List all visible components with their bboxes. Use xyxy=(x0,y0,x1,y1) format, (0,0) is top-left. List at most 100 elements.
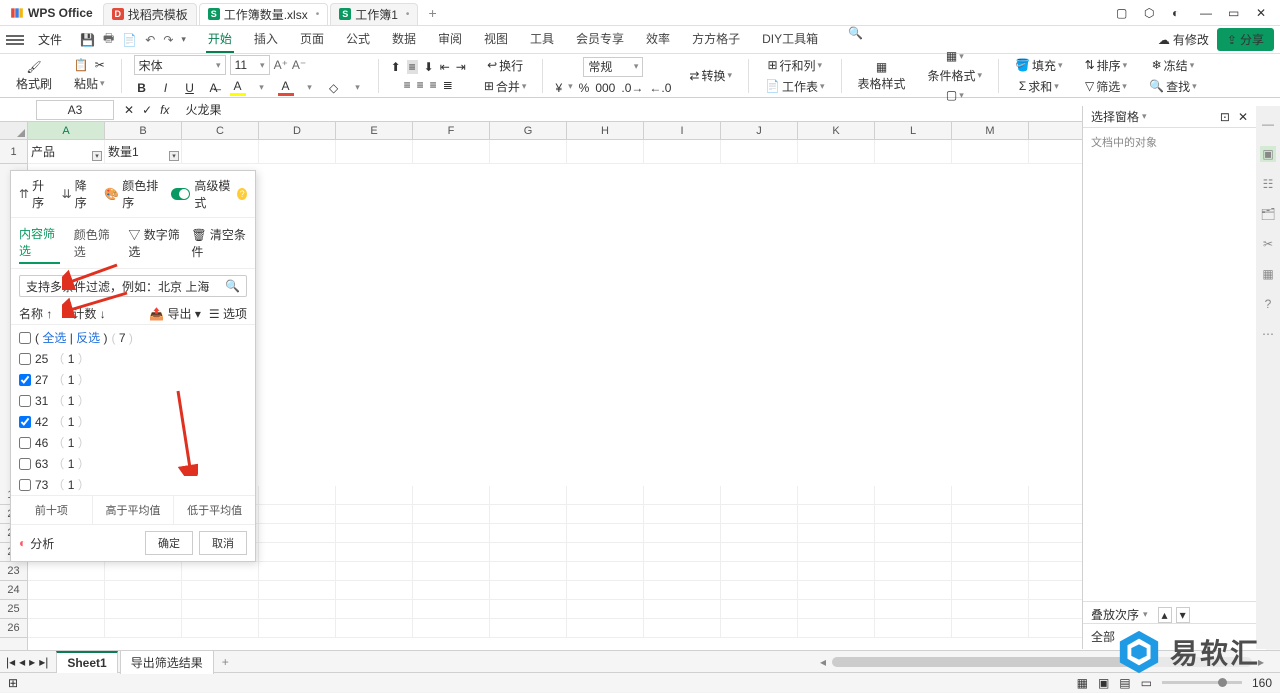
filter-item[interactable]: 73（ 1 ） xyxy=(19,474,247,495)
col-header[interactable]: D xyxy=(259,122,336,139)
sum-button[interactable]: Σ求和▾ xyxy=(1015,77,1063,96)
italic-button[interactable]: I xyxy=(158,81,174,95)
doc-tab-workbook1[interactable]: S 工作簿1 • xyxy=(330,3,418,25)
zoom-value[interactable]: 160 xyxy=(1252,676,1272,690)
increase-font-icon[interactable]: A⁺ xyxy=(274,58,288,72)
worksheet-button[interactable]: 📄工作表▾ xyxy=(761,77,829,96)
find-button[interactable]: 🔍查找▾ xyxy=(1145,77,1201,96)
col-header[interactable]: M xyxy=(952,122,1029,139)
col-header[interactable]: G xyxy=(490,122,567,139)
horizontal-scrollbar[interactable]: ◂ ▸ xyxy=(235,655,1274,669)
sort-desc-button[interactable]: ⇊ 降序 xyxy=(62,177,93,211)
sheet-nav-first[interactable]: |◂ xyxy=(6,655,15,669)
window-cube-icon[interactable]: ⬡ xyxy=(1144,6,1158,20)
format-painter-button[interactable]: 🖌格式刷 xyxy=(12,59,56,92)
sheet-nav-prev[interactable]: ◂ xyxy=(19,655,25,669)
filter-tab-content[interactable]: 内容筛选 xyxy=(19,222,60,264)
settings-icon[interactable]: ✂ xyxy=(1260,236,1276,252)
row-header[interactable]: 25 xyxy=(0,600,27,619)
pane-all[interactable]: 全部 xyxy=(1083,623,1256,649)
view-page-icon[interactable]: ▣ xyxy=(1098,676,1109,690)
close-icon[interactable]: ✕ xyxy=(1256,6,1270,20)
tab-diy[interactable]: DIY工具箱 xyxy=(760,26,820,53)
zoom-slider[interactable] xyxy=(1162,681,1242,684)
strike-button[interactable]: A̶ xyxy=(206,81,222,95)
col-header[interactable]: L xyxy=(875,122,952,139)
filter-button[interactable]: ▽筛选▾ xyxy=(1081,77,1131,96)
tab-vip[interactable]: 会员专享 xyxy=(574,26,626,53)
options-button[interactable]: ☰ 选项 xyxy=(209,305,247,322)
select-all-corner[interactable] xyxy=(0,122,27,140)
dec-inc-icon[interactable]: .0→ xyxy=(621,81,643,95)
sheet-nav-last[interactable]: ▸| xyxy=(39,655,48,669)
col-header[interactable]: I xyxy=(644,122,721,139)
row-header[interactable]: 1 xyxy=(0,140,27,164)
qa-dropdown[interactable]: ▾ xyxy=(181,34,186,45)
align-justify-icon[interactable]: ≣ xyxy=(443,78,453,92)
table-style-button[interactable]: ▦表格样式 xyxy=(854,59,910,92)
export-button[interactable]: 📤 导出 ▾ xyxy=(149,305,201,322)
filter-tab-number[interactable]: ▽ 数字筛选 xyxy=(128,226,181,260)
help-icon[interactable]: ? xyxy=(237,188,247,200)
cut-icon[interactable]: ✂ xyxy=(95,58,105,72)
underline-button[interactable]: U xyxy=(182,81,198,95)
filter-item[interactable]: 31（ 1 ） xyxy=(19,390,247,411)
cell-A1[interactable]: 产品▾ xyxy=(28,140,105,163)
filter-item[interactable]: 42（ 1 ） xyxy=(19,411,247,432)
col-header[interactable]: H xyxy=(567,122,644,139)
tab-data[interactable]: 数据 xyxy=(390,26,418,53)
row-header[interactable]: 26 xyxy=(0,619,27,638)
view-read-icon[interactable]: ▭ xyxy=(1141,676,1152,690)
window-compact-icon[interactable]: ▢ xyxy=(1116,6,1130,20)
changes-indicator[interactable]: ☁有修改 xyxy=(1158,31,1209,48)
save-icon[interactable]: 💾 xyxy=(80,33,95,47)
select-pane-icon[interactable]: ▣ xyxy=(1260,146,1276,162)
help-icon[interactable]: ? xyxy=(1260,296,1276,312)
align-left-icon[interactable]: ≡ xyxy=(404,78,411,92)
top-ten-button[interactable]: 前十项 xyxy=(11,496,93,524)
filter-item[interactable]: 27（ 1 ） xyxy=(19,369,247,390)
tab-ffgz[interactable]: 方方格子 xyxy=(690,26,742,53)
sheet-tab-2[interactable]: 导出筛选结果 xyxy=(120,650,214,674)
tab-start[interactable]: 开始 xyxy=(206,26,234,53)
view-normal-icon[interactable]: ▦ xyxy=(1077,676,1088,690)
print-icon[interactable]: 🖶 xyxy=(103,29,114,50)
close-pane-icon[interactable]: ✕ xyxy=(1238,110,1248,124)
wrap-button[interactable]: ↩换行 xyxy=(483,56,527,75)
view-break-icon[interactable]: ▤ xyxy=(1119,676,1130,690)
advanced-mode-toggle[interactable]: 高级模式 ? xyxy=(171,177,247,211)
preview-icon[interactable]: 📄 xyxy=(122,33,137,47)
maximize-icon[interactable]: ▭ xyxy=(1228,6,1242,20)
undo-icon[interactable]: ↶ xyxy=(145,33,155,47)
sheet-nav-next[interactable]: ▸ xyxy=(29,655,35,669)
tab-page[interactable]: 页面 xyxy=(298,26,326,53)
align-top-icon[interactable]: ⬆ xyxy=(391,60,401,74)
align-right-icon[interactable]: ≡ xyxy=(430,78,437,92)
tab-view[interactable]: 视图 xyxy=(482,26,510,53)
sort-color-button[interactable]: 🎨 颜色排序 xyxy=(104,177,159,211)
cancel-button[interactable]: 取消 xyxy=(199,531,247,555)
currency-icon[interactable]: ¥ xyxy=(555,81,562,95)
freeze-button[interactable]: ❄冻结▾ xyxy=(1148,56,1199,75)
minimize-icon[interactable]: — xyxy=(1200,6,1214,20)
col-name[interactable]: 名称 ↑ xyxy=(19,305,52,322)
filter-clear-button[interactable]: 🗑 清空条件 xyxy=(191,226,247,260)
indent-dec-icon[interactable]: ⇤ xyxy=(440,60,450,74)
fx-icon[interactable]: fx xyxy=(160,103,169,117)
col-header[interactable]: E xyxy=(336,122,413,139)
account-icon[interactable]: ◐ xyxy=(1172,6,1186,20)
decrease-font-icon[interactable]: A⁻ xyxy=(292,58,306,72)
pin-icon[interactable]: ⊡ xyxy=(1220,110,1230,124)
conditional-button[interactable]: 条件格式▾ xyxy=(924,66,987,85)
highlight-button[interactable]: A xyxy=(230,79,246,96)
align-middle-icon[interactable]: ≡ xyxy=(407,60,418,74)
col-header[interactable]: F xyxy=(413,122,490,139)
filter-select-all[interactable]: ( 全选 | 反选 ) ( 7 ) xyxy=(19,327,247,348)
indent-inc-icon[interactable]: ⇥ xyxy=(456,60,466,74)
filter-item[interactable]: 63（ 1 ） xyxy=(19,453,247,474)
col-header[interactable]: K xyxy=(798,122,875,139)
font-color-button[interactable]: A xyxy=(278,79,294,96)
col-header[interactable]: B xyxy=(105,122,182,139)
ok-button[interactable]: 确定 xyxy=(145,531,193,555)
sort-button[interactable]: ⇅排序▾ xyxy=(1081,56,1132,75)
